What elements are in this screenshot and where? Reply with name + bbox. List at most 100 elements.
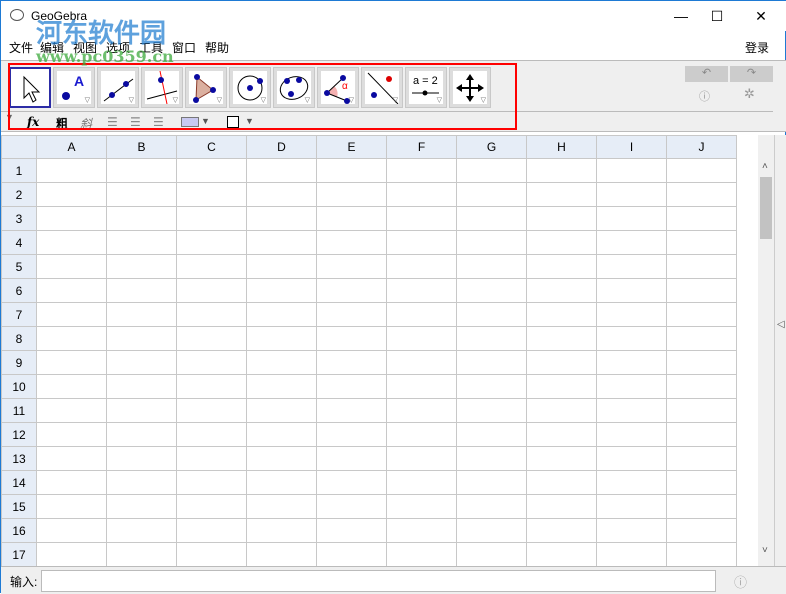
cell[interactable] (176, 446, 247, 471)
cell[interactable] (36, 470, 107, 495)
cell[interactable] (316, 470, 387, 495)
row-header[interactable]: 11 (1, 398, 37, 423)
cell[interactable] (456, 518, 527, 543)
cell[interactable] (106, 206, 177, 231)
vertical-scrollbar[interactable]: ˄ ˅ (758, 135, 774, 567)
cell[interactable] (386, 542, 457, 567)
cell[interactable] (526, 254, 597, 279)
column-header[interactable]: C (176, 135, 247, 159)
cell[interactable] (386, 278, 457, 303)
cell[interactable] (106, 326, 177, 351)
menu-edit[interactable]: 编辑 (40, 39, 64, 56)
row-header[interactable]: 5 (1, 254, 37, 279)
row-header[interactable]: 7 (1, 302, 37, 327)
row-header[interactable]: 14 (1, 470, 37, 495)
cell[interactable] (36, 158, 107, 183)
row-header[interactable]: 2 (1, 182, 37, 207)
cell[interactable] (666, 398, 737, 423)
cell[interactable] (456, 326, 527, 351)
cell[interactable] (246, 182, 317, 207)
cell[interactable] (316, 374, 387, 399)
cell[interactable] (246, 350, 317, 375)
cell[interactable] (316, 446, 387, 471)
cell[interactable] (176, 518, 247, 543)
cell[interactable] (596, 470, 667, 495)
cell[interactable] (176, 350, 247, 375)
cell[interactable] (176, 494, 247, 519)
undo-button[interactable]: ↶ (685, 66, 728, 82)
cell[interactable] (456, 230, 527, 255)
menu-view[interactable]: 视图 (73, 39, 97, 56)
cell[interactable] (526, 518, 597, 543)
cell[interactable] (246, 398, 317, 423)
row-header[interactable]: 4 (1, 230, 37, 255)
cell[interactable] (176, 374, 247, 399)
cell[interactable] (176, 254, 247, 279)
cell[interactable] (106, 254, 177, 279)
cell[interactable] (246, 422, 317, 447)
column-header[interactable]: B (106, 135, 177, 159)
cell[interactable] (36, 230, 107, 255)
cell[interactable] (666, 446, 737, 471)
cell[interactable] (666, 302, 737, 327)
cell[interactable] (176, 206, 247, 231)
cell[interactable] (666, 254, 737, 279)
cell[interactable] (246, 254, 317, 279)
cell[interactable] (526, 278, 597, 303)
cell[interactable] (596, 182, 667, 207)
row-header[interactable]: 17 (1, 542, 37, 567)
cell[interactable] (596, 494, 667, 519)
cell[interactable] (246, 470, 317, 495)
cell[interactable] (456, 350, 527, 375)
cell[interactable] (596, 278, 667, 303)
cell[interactable] (246, 446, 317, 471)
cell[interactable] (526, 422, 597, 447)
cell[interactable] (456, 254, 527, 279)
cell[interactable] (526, 446, 597, 471)
cell[interactable] (386, 350, 457, 375)
close-button[interactable]: ✕ (741, 1, 781, 31)
column-header[interactable]: F (386, 135, 457, 159)
help-icon[interactable]: ⓘ (699, 88, 710, 104)
minimize-button[interactable]: — (661, 1, 701, 31)
cell[interactable] (106, 542, 177, 567)
cell[interactable] (246, 302, 317, 327)
scroll-up-icon[interactable]: ˄ (762, 161, 768, 172)
row-header[interactable]: 16 (1, 518, 37, 543)
cell[interactable] (386, 374, 457, 399)
spreadsheet[interactable]: ABCDEFGHIJ 1 2 3 4 5 6 7 8 9 10 11 12 13 14 15 16 17 (1, 135, 758, 567)
cell[interactable] (316, 422, 387, 447)
cell[interactable] (316, 158, 387, 183)
cell[interactable] (106, 158, 177, 183)
maximize-button[interactable]: ☐ (697, 1, 737, 31)
row-header[interactable]: 15 (1, 494, 37, 519)
cell[interactable] (526, 374, 597, 399)
settings-gear-icon[interactable]: ✲ (744, 86, 755, 102)
cell[interactable] (316, 326, 387, 351)
cell[interactable] (176, 470, 247, 495)
cell[interactable] (36, 446, 107, 471)
row-header[interactable]: 9 (1, 350, 37, 375)
cell[interactable] (36, 206, 107, 231)
cell[interactable] (316, 278, 387, 303)
cell[interactable] (36, 278, 107, 303)
cell[interactable] (386, 182, 457, 207)
cell[interactable] (106, 230, 177, 255)
cell[interactable] (246, 158, 317, 183)
cell[interactable] (526, 182, 597, 207)
column-header[interactable]: A (36, 135, 107, 159)
cell[interactable] (36, 182, 107, 207)
cell[interactable] (526, 542, 597, 567)
cell[interactable] (106, 278, 177, 303)
cell[interactable] (526, 350, 597, 375)
cell[interactable] (596, 542, 667, 567)
cell[interactable] (456, 374, 527, 399)
cell[interactable] (386, 230, 457, 255)
cell[interactable] (596, 206, 667, 231)
cell[interactable] (316, 518, 387, 543)
cell[interactable] (246, 542, 317, 567)
side-panel-toggle[interactable]: ◁ (774, 135, 786, 567)
cell[interactable] (176, 230, 247, 255)
menu-file[interactable]: 文件 (9, 39, 33, 56)
cell[interactable] (106, 470, 177, 495)
